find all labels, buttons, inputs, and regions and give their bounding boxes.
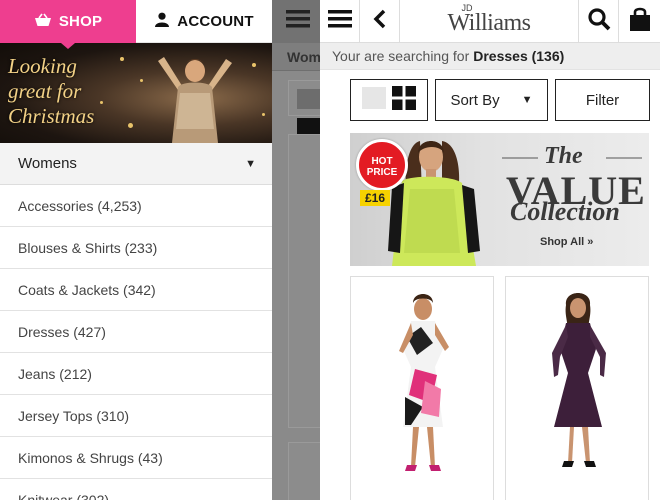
shopping-bag-icon <box>629 6 651 37</box>
product-card[interactable] <box>505 276 649 500</box>
site-header: JD Williams <box>320 0 660 43</box>
sparkle-decoration <box>120 57 124 61</box>
promo-model-image <box>158 57 232 143</box>
christmas-promo-banner[interactable]: Looking great for Christmas <box>0 43 272 143</box>
search-summary: Your are searching for Dresses (136) <box>320 43 660 70</box>
category-item-knitwear[interactable]: Knitwear (302) <box>0 479 272 500</box>
caret-down-icon: ▼ <box>521 94 533 106</box>
category-item-dresses[interactable]: Dresses (427) <box>0 311 272 353</box>
category-item-jersey-tops[interactable]: Jersey Tops (310) <box>0 395 272 437</box>
category-item-coats-jackets[interactable]: Coats & Jackets (342) <box>0 269 272 311</box>
sparkle-decoration <box>140 79 143 82</box>
main-panel: JD Williams Your are searching for Dress… <box>320 0 660 500</box>
tab-account-label: ACCOUNT <box>177 12 254 30</box>
list-view-icon[interactable] <box>362 86 386 114</box>
drawer-tabs: SHOP ACCOUNT <box>0 0 272 49</box>
back-button[interactable] <box>360 0 400 43</box>
product-image <box>552 293 606 467</box>
hot-price-tag: £16 <box>360 190 391 206</box>
sort-by-label: Sort By <box>450 91 500 109</box>
category-list: Accessories (4,253) Blouses & Shirts (23… <box>0 185 272 500</box>
jd-williams-logo[interactable]: JD Williams <box>400 0 579 42</box>
filter-button[interactable]: Filter <box>555 79 650 121</box>
search-prefix: Your are searching for <box>332 48 470 64</box>
dimmed-product-card <box>288 442 320 500</box>
search-term: Dresses (136) <box>473 48 565 64</box>
category-item-accessories[interactable]: Accessories (4,253) <box>0 185 272 227</box>
product-image <box>399 294 449 471</box>
dimmed-control <box>288 80 320 116</box>
promo-line: great for <box>8 79 82 103</box>
chevron-left-icon <box>373 9 387 34</box>
caret-down-icon: ▼ <box>245 157 256 170</box>
dimmed-heading: Wome <box>272 43 320 71</box>
tab-account[interactable]: ACCOUNT <box>136 0 272 43</box>
tab-shop-label: SHOP <box>58 13 103 30</box>
category-section-label: Womens <box>18 155 77 172</box>
tab-shop[interactable]: SHOP <box>0 0 136 49</box>
view-toggle <box>350 79 428 121</box>
listing-controls: Sort By ▼ Filter <box>320 70 660 121</box>
dimmed-page-overlay[interactable]: Wome <box>272 0 320 500</box>
sparkle-decoration <box>252 63 256 67</box>
shop-all-link[interactable]: Shop All » <box>540 236 593 248</box>
menu-icon <box>327 10 352 33</box>
badge-line: PRICE <box>366 167 398 178</box>
sparkle-decoration <box>262 113 265 116</box>
sparkle-decoration <box>100 101 103 104</box>
menu-icon <box>286 10 310 33</box>
promo-line: Looking <box>8 54 77 78</box>
search-icon <box>587 7 611 36</box>
dimmed-header <box>272 0 320 43</box>
category-item-kimonos-shrugs[interactable]: Kimonos & Shrugs (43) <box>0 437 272 479</box>
badge-line: HOT <box>371 156 393 167</box>
dimmed-product-card <box>288 134 320 428</box>
filter-label: Filter <box>585 91 620 109</box>
logo-name-text: Williams <box>447 9 531 36</box>
sort-by-dropdown[interactable]: Sort By ▼ <box>435 79 548 121</box>
user-icon <box>154 12 170 31</box>
promo-text: Looking great for Christmas <box>8 54 94 129</box>
hot-price-badge: HOT PRICE <box>356 139 408 191</box>
logo-jd-text: JD <box>461 2 473 13</box>
grid-view-icon[interactable] <box>392 85 416 115</box>
category-item-jeans[interactable]: Jeans (212) <box>0 353 272 395</box>
product-card[interactable] <box>350 276 494 500</box>
basket-icon <box>34 13 52 31</box>
menu-button[interactable] <box>320 0 360 43</box>
banner-collection-text: Collection <box>510 197 620 226</box>
promo-line: Christmas <box>8 104 95 128</box>
category-section-womens[interactable]: Womens ▼ <box>0 143 272 185</box>
category-item-blouses-shirts[interactable]: Blouses & Shirts (233) <box>0 227 272 269</box>
navigation-drawer: SHOP ACCOUNT Looking great for Christmas <box>0 0 272 500</box>
banner-the-text: The <box>544 143 583 169</box>
sparkle-decoration <box>128 123 133 128</box>
search-button[interactable] <box>579 0 619 43</box>
value-collection-banner[interactable]: HOT PRICE £16 The VALUE Collection Shop … <box>350 133 649 266</box>
basket-button[interactable] <box>619 0 660 43</box>
